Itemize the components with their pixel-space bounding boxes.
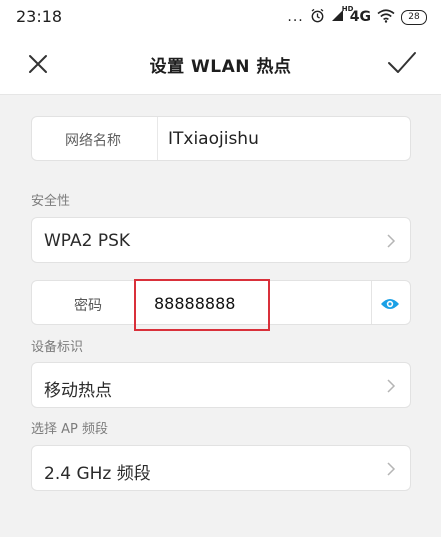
device-id-selector[interactable]: 移动热点 [31, 362, 411, 408]
network-name-row: 网络名称 [31, 116, 411, 161]
status-bar: 23:18 ... HD 4G 28 [0, 0, 441, 34]
hd-badge: HD [341, 5, 354, 13]
more-notifications-indicator: ... [287, 9, 304, 25]
status-icons: ... HD 4G 28 [287, 5, 427, 26]
password-label: 密码 [74, 298, 102, 314]
network-name-label: 网络名称 [65, 133, 121, 149]
network-name-input[interactable] [168, 127, 398, 151]
alarm-icon [310, 8, 325, 26]
network-type: HD 4G [341, 5, 371, 25]
security-section-label: 安全性 [31, 194, 71, 209]
chevron-right-icon [386, 461, 396, 477]
ap-band-value: 2.4 GHz 频段 [44, 464, 151, 484]
security-selector[interactable]: WPA2 PSK [31, 217, 411, 263]
eye-icon[interactable] [380, 296, 400, 310]
device-id-value: 移动热点 [44, 381, 112, 401]
wifi-icon [377, 8, 395, 26]
ap-band-selector[interactable]: 2.4 GHz 频段 [31, 445, 411, 491]
status-time: 23:18 [16, 7, 63, 26]
ap-band-section-label: 选择 AP 频段 [31, 422, 108, 437]
check-icon[interactable] [387, 50, 417, 76]
password-row: 密码 [31, 280, 411, 325]
device-id-section-label: 设备标识 [31, 340, 84, 355]
chevron-right-icon [386, 378, 396, 394]
page-title: 设置 WLAN 热点 [149, 57, 292, 77]
chevron-right-icon [386, 233, 396, 249]
battery-icon: 28 [401, 9, 427, 25]
password-divider [371, 281, 372, 324]
hotspot-settings-screen: 23:18 ... HD 4G 28 设置 WLAN 热点 网络名称 ITxia… [0, 0, 441, 537]
security-value: WPA2 PSK [44, 231, 131, 251]
password-input[interactable] [154, 292, 274, 314]
app-bar: 设置 WLAN 热点 [0, 34, 441, 95]
network-name-label-box: 网络名称 [32, 117, 158, 160]
